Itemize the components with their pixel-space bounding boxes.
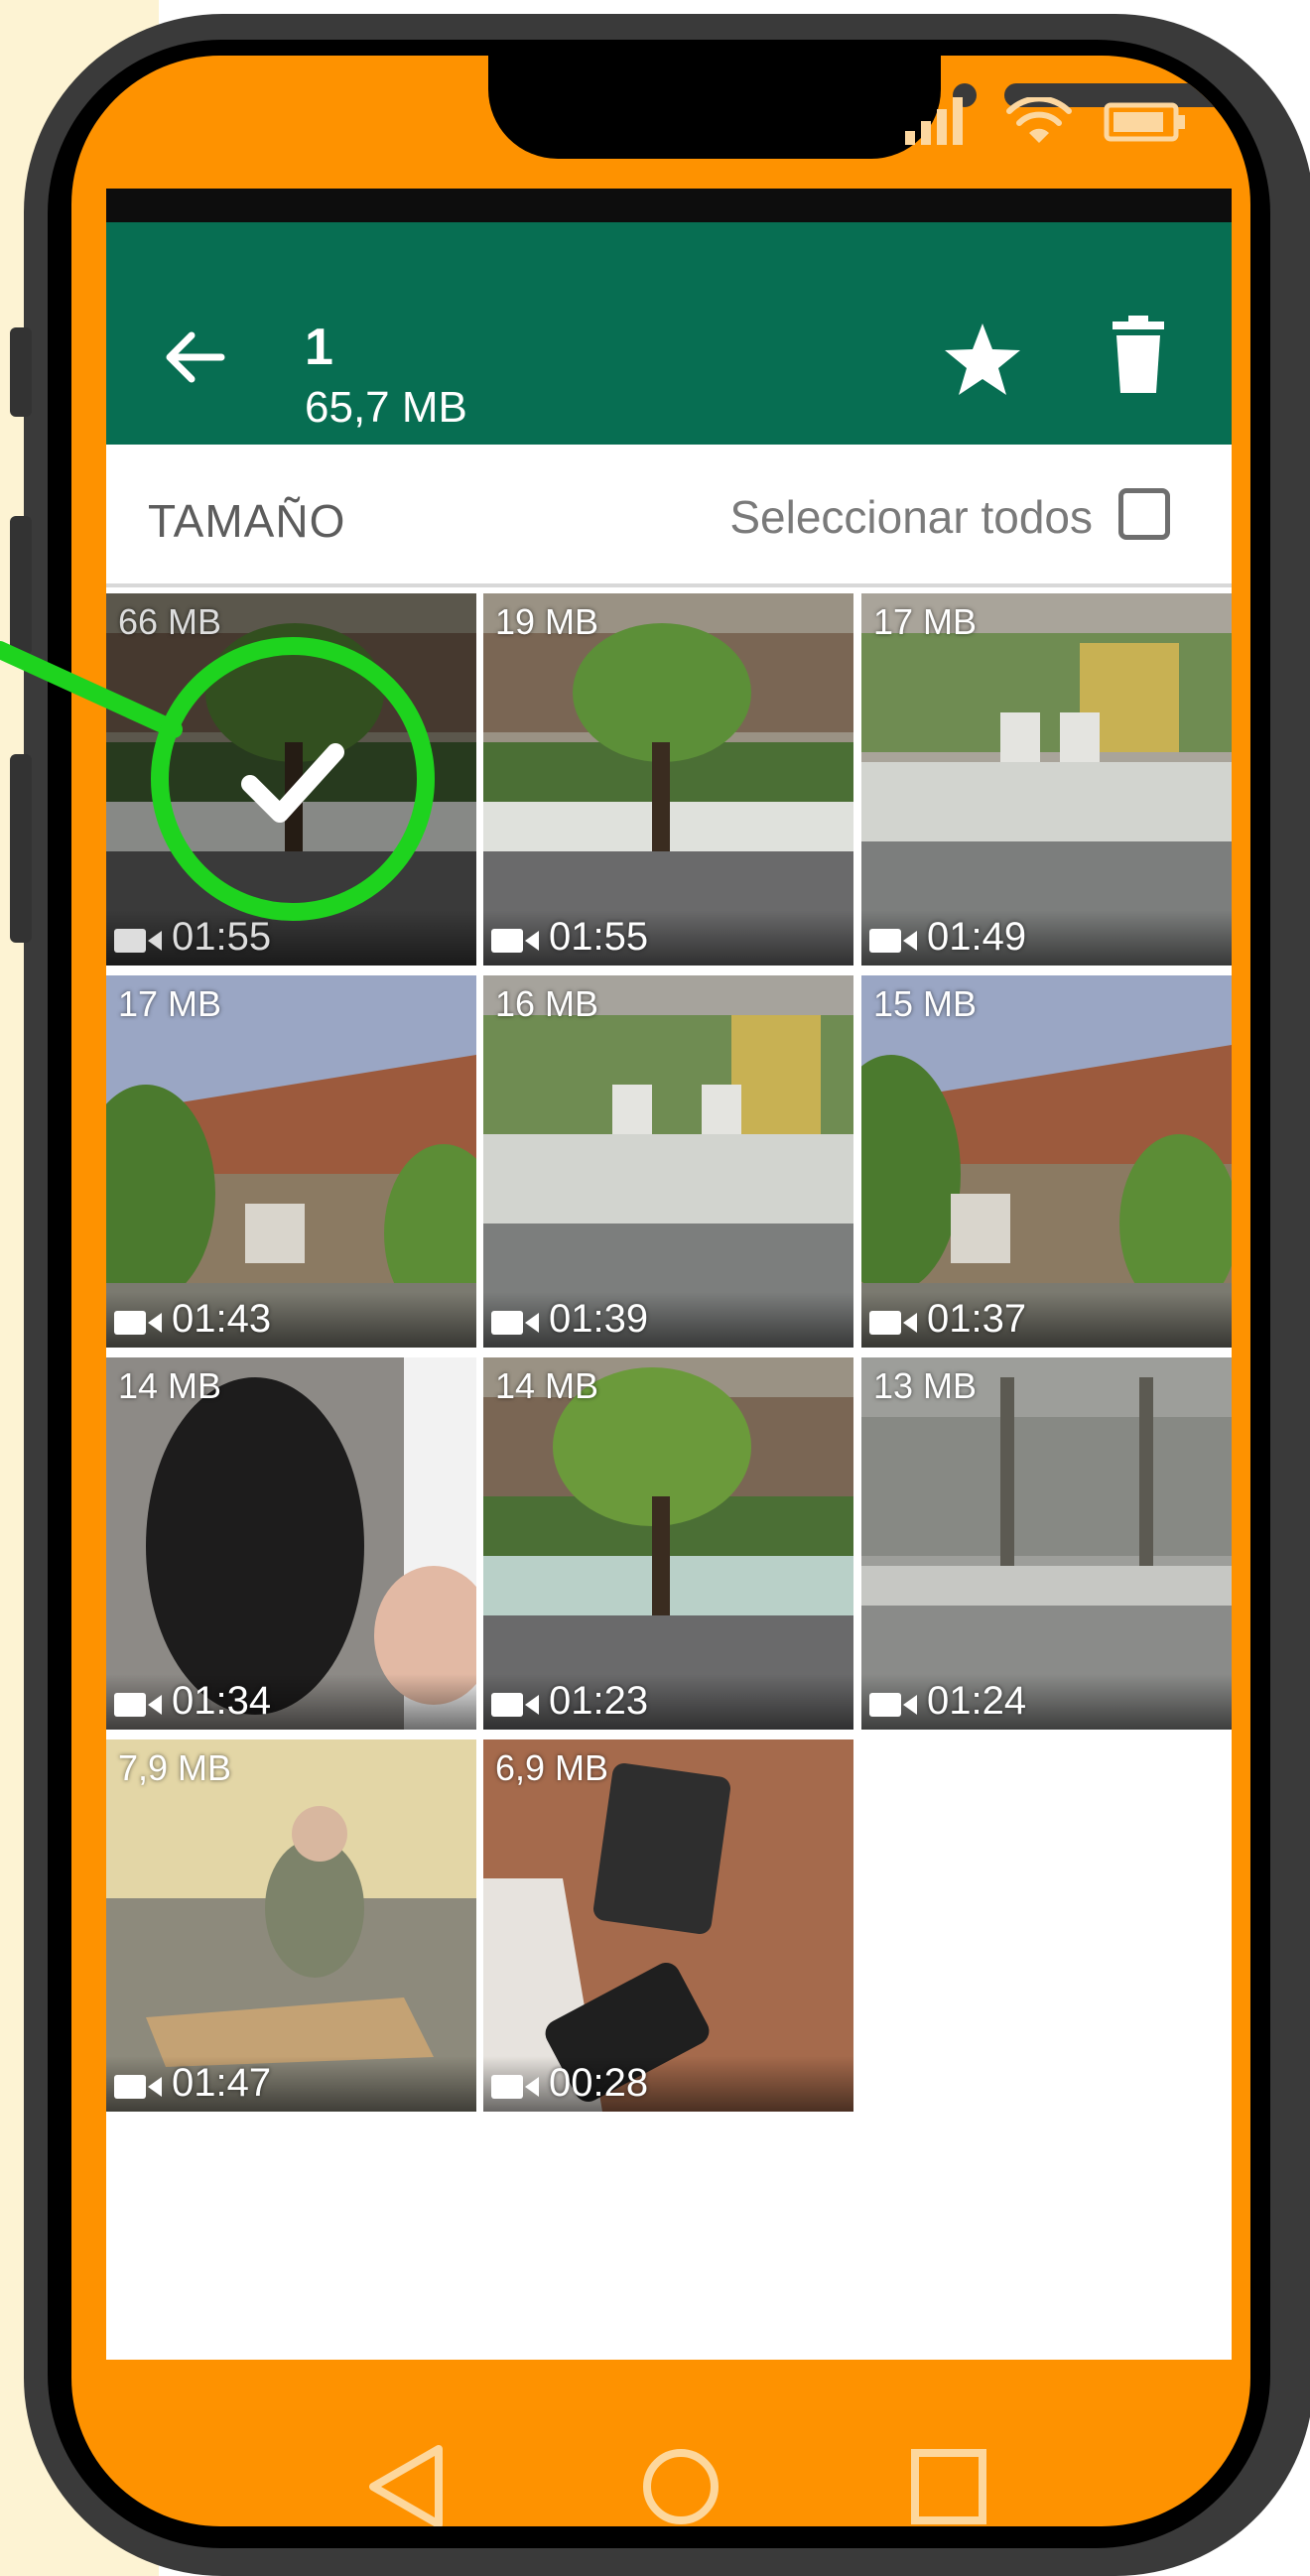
video-duration: 01:24 xyxy=(927,1679,1027,1723)
battery-icon xyxy=(1104,102,1185,142)
video-camera-icon xyxy=(491,929,539,953)
nav-back-icon[interactable] xyxy=(359,2437,458,2526)
video-tile[interactable]: 7,9 MB 01:47 xyxy=(106,1739,476,2112)
nav-home-icon[interactable] xyxy=(631,2437,730,2526)
selected-count: 1 xyxy=(305,319,333,376)
video-duration: 01:55 xyxy=(172,915,272,959)
video-camera-icon xyxy=(491,1693,539,1717)
signal-icon xyxy=(905,97,963,145)
nav-recents-icon[interactable] xyxy=(899,2437,998,2526)
trash-icon[interactable] xyxy=(1099,314,1178,399)
video-size: 17 MB xyxy=(118,983,222,1024)
video-duration: 01:47 xyxy=(172,2061,272,2105)
video-size: 66 MB xyxy=(118,601,222,642)
video-camera-icon xyxy=(114,929,162,953)
video-camera-icon xyxy=(114,1693,162,1717)
video-tile[interactable]: 16 MB 01:39 xyxy=(483,975,853,1348)
video-tile[interactable]: 17 MB 01:43 xyxy=(106,975,476,1348)
side-button xyxy=(10,327,32,417)
video-duration: 01:39 xyxy=(549,1297,649,1341)
video-size: 15 MB xyxy=(873,983,978,1024)
sort-bar: TAMAÑO Seleccionar todos xyxy=(106,445,1232,587)
volume-down-button xyxy=(10,754,32,943)
video-tile[interactable]: 19 MB 01:55 xyxy=(483,593,853,966)
video-duration: 01:49 xyxy=(927,915,1027,959)
video-camera-icon xyxy=(491,1311,539,1335)
video-tile[interactable]: 6,9 MB 00:28 xyxy=(483,1739,853,2112)
video-size: 16 MB xyxy=(495,983,599,1024)
video-duration: 01:37 xyxy=(927,1297,1027,1341)
volume-up-button xyxy=(10,516,32,655)
selection-app-bar: 1 65,7 MB xyxy=(106,222,1232,445)
video-size: 7,9 MB xyxy=(118,1747,232,1788)
select-all-checkbox[interactable] xyxy=(1118,488,1170,540)
video-size: 14 MB xyxy=(495,1365,599,1406)
select-all-label[interactable]: Seleccionar todos xyxy=(729,490,1093,544)
back-arrow-icon[interactable] xyxy=(156,318,235,397)
video-tile[interactable]: 15 MB 01:37 xyxy=(861,975,1232,1348)
selected-size: 65,7 MB xyxy=(305,383,467,432)
sort-label[interactable]: TAMAÑO xyxy=(148,494,345,548)
video-duration: 01:43 xyxy=(172,1297,272,1341)
video-tile[interactable]: 14 MB 01:34 xyxy=(106,1357,476,1730)
app-screen: 1 65,7 MB TAMAÑO Seleccionar todos 66 MB… xyxy=(106,189,1232,2360)
video-tile[interactable]: 13 MB 01:24 xyxy=(861,1357,1232,1730)
video-size: 17 MB xyxy=(873,601,978,642)
video-duration: 00:28 xyxy=(549,2061,649,2105)
video-size: 6,9 MB xyxy=(495,1747,609,1788)
video-camera-icon xyxy=(114,2075,162,2099)
video-size: 13 MB xyxy=(873,1365,978,1406)
notch xyxy=(488,56,1250,159)
star-icon[interactable] xyxy=(940,318,1025,403)
video-camera-icon xyxy=(869,1311,917,1335)
video-duration: 01:55 xyxy=(549,915,649,959)
video-tile[interactable]: 17 MB 01:49 xyxy=(861,593,1232,966)
video-duration: 01:23 xyxy=(549,1679,649,1723)
video-camera-icon xyxy=(114,1311,162,1335)
video-tile[interactable]: 66 MB 01:55 xyxy=(106,593,476,966)
video-duration: 01:34 xyxy=(172,1679,272,1723)
wifi-icon xyxy=(1006,97,1072,143)
video-tile[interactable]: 14 MB 01:23 xyxy=(483,1357,853,1730)
video-camera-icon xyxy=(869,1693,917,1717)
video-camera-icon xyxy=(869,929,917,953)
status-bar xyxy=(106,189,1232,222)
video-size: 14 MB xyxy=(118,1365,222,1406)
video-camera-icon xyxy=(491,2075,539,2099)
video-size: 19 MB xyxy=(495,601,599,642)
